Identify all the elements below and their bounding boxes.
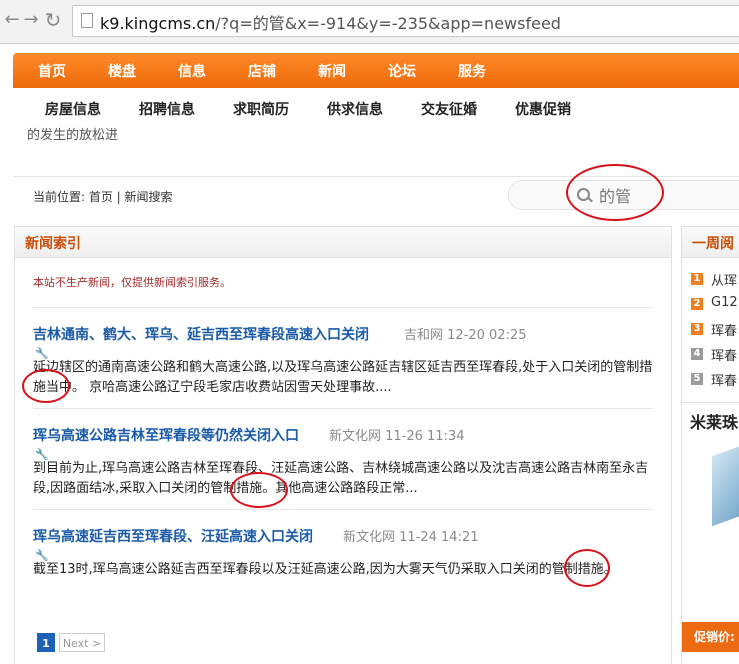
breadcrumb: 当前位置: 首页 | 新闻搜索	[33, 190, 173, 204]
rank-link[interactable]: 珲春	[711, 320, 737, 339]
article-title[interactable]: 珲乌高速延吉西至珲春段、汪延高速入口关闭	[33, 526, 313, 546]
ad-product-image[interactable]	[712, 441, 739, 527]
nav-item-shops[interactable]: 店铺	[248, 61, 276, 81]
reload-icon[interactable]: ↻	[43, 10, 63, 30]
panel-header: 新闻索引	[15, 227, 671, 258]
nav-item-forum[interactable]: 论坛	[388, 61, 416, 81]
rank-badge: 1	[691, 273, 703, 285]
subnav-item-promo[interactable]: 优惠促销	[515, 99, 571, 119]
browser-toolbar: ← → ↻ k9.kingcms.cn/?q=的管&x=-914&y=-235&…	[0, 0, 739, 44]
ad-title[interactable]: 米莱珠	[690, 409, 738, 433]
article-summary: 到目前为止,珲乌高速公路吉林至珲春段、汪延高速公路、吉林绕城高速公路以及沈吉高速…	[33, 461, 649, 496]
address-bar[interactable]: k9.kingcms.cn/?q=的管&x=-914&y=-235&app=ne…	[72, 5, 739, 37]
page-next[interactable]: Next >	[59, 633, 105, 652]
rank-badge: 4	[691, 348, 703, 360]
rank-badge: 2	[691, 298, 703, 310]
disclaimer: 本站不生产新闻，仅提供新闻索引服务。	[33, 276, 231, 289]
article-summary: 截至13时,珲乌高速公路延吉西至珲春段以及汪延高速公路,因为大雾天气仍采取入口关…	[33, 562, 617, 577]
article-title[interactable]: 珲乌高速公路吉林至珲春段等仍然关闭入口	[33, 425, 299, 445]
rank-link[interactable]: 珲春	[711, 345, 737, 364]
divider	[33, 307, 653, 308]
rank-badge: 5	[691, 373, 703, 385]
divider	[682, 402, 739, 403]
divider	[33, 408, 653, 409]
ad-price-bar[interactable]: 促销价:	[682, 622, 739, 652]
article-meta: 吉和网 12-20 02:25	[404, 328, 527, 343]
search-icon[interactable]	[577, 188, 590, 201]
url-text: k9.kingcms.cn/?q=的管&x=-914&y=-235&app=ne…	[100, 14, 561, 33]
divider	[33, 509, 653, 510]
panel-title: 新闻索引	[25, 236, 81, 252]
rank-link[interactable]: 珲春	[711, 370, 737, 389]
header-divider	[13, 176, 739, 177]
search-input[interactable]	[597, 183, 731, 207]
rank-link[interactable]: 从珲	[711, 270, 737, 289]
subnav-item-housing[interactable]: 房屋信息	[45, 99, 101, 119]
sidebar-header: 一周阅	[682, 227, 739, 258]
nav-item-home[interactable]: 首页	[38, 61, 66, 81]
weekly-reading-panel: 一周阅 1 从珲 2 G12 3 珲春 4 珲春 5 珲春 米莱珠 促销价:	[681, 226, 739, 664]
ad-price-label: 促销价:	[694, 630, 735, 644]
sidebar-title: 一周阅	[692, 236, 734, 252]
subnav-item-supply[interactable]: 供求信息	[327, 99, 383, 119]
article-summary: 延边辖区的通南高速公路和鹤大高速公路,以及珲乌高速公路延吉辖区延吉西至珲春段,处…	[33, 360, 653, 395]
article-meta: 新文化网 11-26 11:34	[329, 429, 465, 444]
subnav-item-recruit[interactable]: 招聘信息	[139, 99, 195, 119]
news-panel: 新闻索引 本站不生产新闻，仅提供新闻索引服务。 吉林通南、鹤大、珲乌、延吉西至珲…	[14, 226, 672, 664]
subnav-item-resume[interactable]: 求职简历	[233, 99, 289, 119]
article-meta: 新文化网 11-24 14:21	[343, 530, 479, 545]
nav-item-info[interactable]: 信息	[178, 61, 206, 81]
article-title[interactable]: 吉林通南、鹤大、珲乌、延吉西至珲春段高速入口关闭	[33, 324, 369, 344]
rank-link[interactable]: G12	[711, 295, 738, 310]
subnav-item-dating[interactable]: 交友征婚	[421, 99, 477, 119]
nav-item-properties[interactable]: 楼盘	[108, 61, 136, 81]
page-icon	[81, 13, 93, 28]
nav-item-services[interactable]: 服务	[458, 61, 486, 81]
page-current[interactable]: 1	[37, 633, 55, 652]
nav-item-news[interactable]: 新闻	[318, 61, 346, 81]
scrolling-notice[interactable]: 的发生的放松进	[27, 124, 118, 143]
back-icon[interactable]: ←	[2, 10, 22, 30]
forward-icon[interactable]: →	[21, 10, 41, 30]
search-box	[508, 180, 739, 210]
main-nav: 首页 楼盘 信息 店铺 新闻 论坛 服务	[13, 53, 739, 88]
rank-badge: 3	[691, 323, 703, 335]
